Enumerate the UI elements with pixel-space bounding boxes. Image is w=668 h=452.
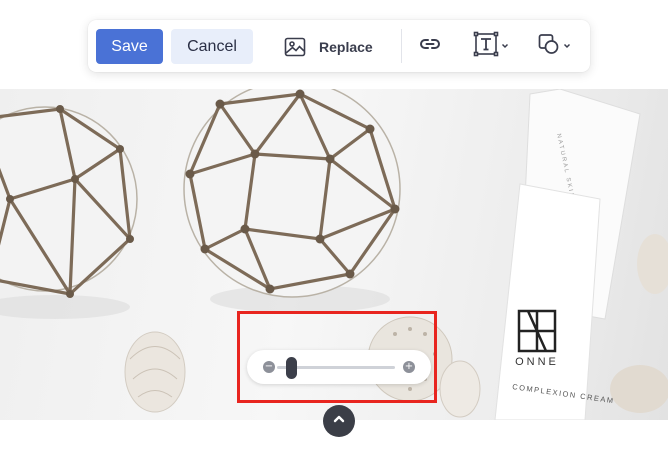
plus-icon[interactable]: + <box>403 361 415 373</box>
product-brand: ONNE <box>515 356 559 368</box>
chevron-up-icon <box>332 412 346 431</box>
zoom-slider-thumb[interactable] <box>286 357 298 379</box>
image-icon <box>283 35 307 59</box>
glass-float-left <box>0 105 138 298</box>
image-edit-toolbar: Save Cancel Replace <box>88 20 590 72</box>
shape-icon <box>537 32 561 61</box>
shell-right <box>610 234 668 413</box>
chevron-down-icon <box>501 42 509 50</box>
cancel-button[interactable]: Cancel <box>171 29 253 64</box>
replace-label: Replace <box>319 38 373 55</box>
save-button[interactable]: Save <box>96 29 163 64</box>
text-icon <box>473 31 499 62</box>
zoom-slider-control: − + <box>247 350 431 384</box>
toolbar-divider <box>401 29 402 63</box>
shape-tool-button[interactable] <box>537 33 571 59</box>
link-button[interactable] <box>418 33 442 59</box>
minus-icon[interactable]: − <box>263 361 275 373</box>
text-tool-button[interactable] <box>473 31 509 62</box>
collapse-button[interactable] <box>323 405 355 437</box>
link-icon <box>418 32 442 61</box>
replace-button[interactable]: Replace <box>283 29 387 64</box>
glass-float-right <box>183 89 401 298</box>
chevron-down-icon <box>563 42 571 50</box>
shell-left <box>124 331 186 413</box>
